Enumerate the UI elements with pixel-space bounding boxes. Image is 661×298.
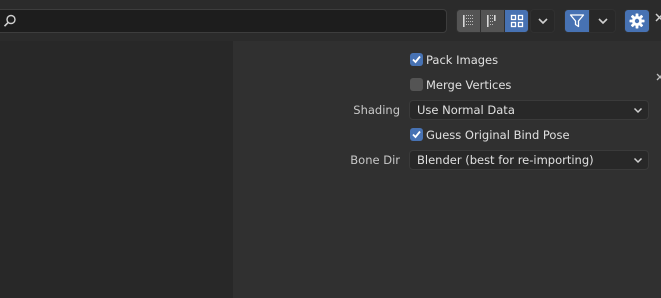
guess-bind-pose-checkbox[interactable]: [410, 128, 423, 141]
pack-images-label: Pack Images: [426, 53, 499, 67]
gear-icon: [629, 13, 645, 29]
list-view-icon: [462, 15, 473, 27]
bone-dir-value: Blender (best for re-importing): [417, 153, 594, 167]
pack-images-row: Pack Images: [0, 50, 661, 70]
thumbnail-view-button[interactable]: [504, 9, 529, 33]
checkmark-icon: [412, 55, 421, 64]
filter-settings-dropdown[interactable]: [589, 9, 616, 33]
chevron-down-icon: [633, 157, 643, 164]
chevron-down-icon: [537, 18, 548, 25]
merge-vertices-row: Merge Vertices: [0, 75, 661, 95]
chevron-down-icon: [633, 107, 643, 114]
pack-images-checkbox[interactable]: [410, 53, 423, 66]
shading-select[interactable]: Use Normal Data: [409, 100, 649, 120]
settings-toggle-button[interactable]: [624, 9, 650, 33]
vertical-list-icon: [486, 15, 496, 27]
guess-bind-pose-label: Guess Original Bind Pose: [426, 128, 570, 142]
shading-value: Use Normal Data: [417, 103, 515, 117]
display-settings-dropdown[interactable]: [530, 9, 555, 33]
vertical-list-button[interactable]: [480, 9, 505, 33]
bone-dir-select[interactable]: Blender (best for re-importing): [409, 150, 649, 170]
chevron-down-icon: [597, 18, 608, 25]
bone-dir-row: Bone Dir Blender (best for re-importing): [0, 150, 661, 170]
search-icon: [3, 14, 16, 27]
thumbnail-grid-icon: [510, 14, 523, 28]
shading-label: Shading: [353, 103, 400, 117]
merge-vertices-checkbox[interactable]: [410, 78, 423, 91]
search-input[interactable]: [0, 9, 447, 33]
checkmark-icon: [412, 130, 421, 139]
filter-toggle-button[interactable]: [564, 9, 590, 33]
filter-icon: [569, 14, 585, 28]
list-view-button[interactable]: [456, 9, 481, 33]
close-icon[interactable]: [655, 10, 661, 26]
shading-row: Shading Use Normal Data: [0, 100, 661, 120]
guess-bind-pose-row: Guess Original Bind Pose: [0, 125, 661, 145]
merge-vertices-label: Merge Vertices: [426, 78, 512, 92]
file-browser-header: [0, 0, 661, 41]
bone-dir-label: Bone Dir: [350, 153, 400, 167]
